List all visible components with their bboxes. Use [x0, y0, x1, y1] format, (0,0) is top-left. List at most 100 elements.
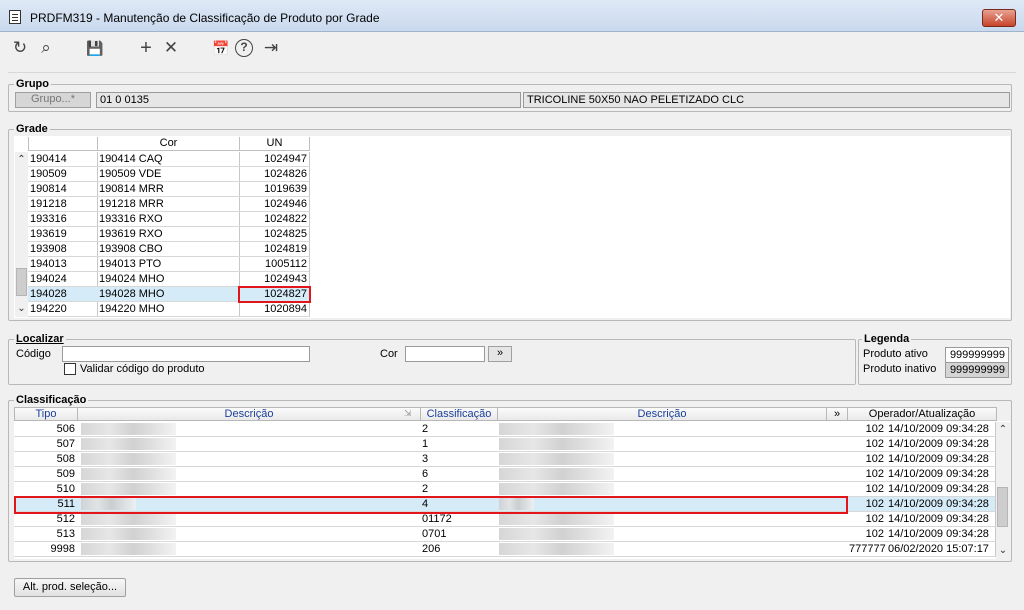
- grade-cell-un[interactable]: 1024819: [239, 242, 310, 257]
- class-cell-classificacao[interactable]: 2: [420, 422, 498, 437]
- class-cell-descricao-1[interactable]: [77, 437, 421, 452]
- grade-cell-cor[interactable]: 194220 MHO: [97, 302, 240, 317]
- grade-cell-un[interactable]: 1024943: [239, 272, 310, 287]
- class-cell-data[interactable]: 14/10/2009 09:34:28: [886, 437, 996, 452]
- class-cell-tipo[interactable]: 509: [14, 467, 78, 482]
- delete-icon[interactable]: ✕: [160, 37, 182, 59]
- grade-cell-un[interactable]: 1024826: [239, 167, 310, 182]
- class-cell-tipo[interactable]: 508: [14, 452, 78, 467]
- class-cell-operador[interactable]: 102: [847, 437, 887, 452]
- sort-icon[interactable]: ⇲: [404, 408, 412, 419]
- grupo-code-field[interactable]: 01 0 0135: [96, 92, 521, 108]
- alt-prod-selecao-button[interactable]: Alt. prod. seleção...: [14, 578, 126, 597]
- add-icon[interactable]: +: [135, 37, 157, 59]
- grade-cell-cor[interactable]: 193619 RXO: [97, 227, 240, 242]
- calendar-icon[interactable]: 📅: [210, 37, 232, 59]
- grade-cell-un[interactable]: 1005112: [239, 257, 310, 272]
- grade-cell-code[interactable]: 194024: [28, 272, 98, 287]
- class-cell-tipo[interactable]: 510: [14, 482, 78, 497]
- class-cell-descricao-1[interactable]: [77, 452, 421, 467]
- grade-cell-cor[interactable]: 194028 MHO: [97, 287, 240, 302]
- header-descricao-1[interactable]: Descrição: [77, 407, 421, 421]
- grade-header-cor[interactable]: Cor: [97, 137, 240, 151]
- class-cell-descricao-2[interactable]: [497, 452, 848, 467]
- grade-scroll-down-icon[interactable]: ⌄: [15, 303, 28, 314]
- class-cell-data[interactable]: 14/10/2009 09:34:28: [886, 452, 996, 467]
- class-cell-descricao-2[interactable]: [497, 542, 848, 557]
- class-cell-operador[interactable]: 102: [847, 422, 887, 437]
- codigo-input[interactable]: [62, 346, 310, 362]
- grade-cell-un[interactable]: 1024947: [239, 152, 310, 167]
- grade-cell-cor[interactable]: 190414 CAQ: [97, 152, 240, 167]
- class-cell-descricao-2[interactable]: [497, 482, 848, 497]
- class-cell-descricao-2[interactable]: [497, 467, 848, 482]
- class-cell-descricao-1[interactable]: [77, 542, 421, 557]
- class-cell-descricao-2[interactable]: [497, 437, 848, 452]
- class-cell-descricao-2[interactable]: [497, 422, 848, 437]
- class-cell-descricao-1[interactable]: [77, 527, 421, 542]
- grade-cell-code[interactable]: 190814: [28, 182, 98, 197]
- header-tipo[interactable]: Tipo: [14, 407, 78, 421]
- class-cell-operador[interactable]: 102: [847, 527, 887, 542]
- class-cell-operador[interactable]: 102: [847, 467, 887, 482]
- grade-cell-code[interactable]: 193316: [28, 212, 98, 227]
- save-icon[interactable]: 💾: [84, 37, 106, 59]
- class-scroll-down-icon[interactable]: ⌄: [996, 545, 1010, 556]
- exit-icon[interactable]: ⇥: [260, 37, 282, 59]
- class-cell-data[interactable]: 14/10/2009 09:34:28: [886, 482, 996, 497]
- grade-cell-code[interactable]: 191218: [28, 197, 98, 212]
- class-scroll-thumb[interactable]: [997, 487, 1008, 527]
- refresh-icon[interactable]: ↻: [9, 37, 31, 59]
- grade-scroll-thumb[interactable]: [16, 268, 27, 296]
- grade-cell-un[interactable]: 1024825: [239, 227, 310, 242]
- help-icon[interactable]: ?: [235, 39, 253, 57]
- grupo-button[interactable]: Grupo...*: [15, 92, 91, 108]
- header-operador[interactable]: Operador/Atualização: [847, 407, 997, 421]
- close-button[interactable]: ✕: [982, 9, 1016, 27]
- grade-cell-code[interactable]: 193619: [28, 227, 98, 242]
- class-cell-descricao-2[interactable]: [497, 512, 848, 527]
- grade-cell-cor[interactable]: 193908 CBO: [97, 242, 240, 257]
- class-cell-operador[interactable]: 777777: [847, 542, 887, 557]
- grade-cell-cor[interactable]: 190509 VDE: [97, 167, 240, 182]
- class-cell-descricao-1[interactable]: [77, 512, 421, 527]
- grade-cell-code[interactable]: 193908: [28, 242, 98, 257]
- class-cell-tipo[interactable]: 507: [14, 437, 78, 452]
- grade-cell-code[interactable]: 194013: [28, 257, 98, 272]
- search-icon[interactable]: ⌕: [35, 37, 57, 59]
- grade-cell-code[interactable]: 190509: [28, 167, 98, 182]
- cor-input[interactable]: [405, 346, 485, 362]
- class-cell-tipo[interactable]: 506: [14, 422, 78, 437]
- class-cell-operador[interactable]: 102: [847, 482, 887, 497]
- grade-cell-cor[interactable]: 190814 MRR: [97, 182, 240, 197]
- class-cell-descricao-1[interactable]: [77, 422, 421, 437]
- class-cell-data[interactable]: 06/02/2020 15:07:17: [886, 542, 996, 557]
- class-cell-descricao-1[interactable]: [77, 482, 421, 497]
- grade-cell-un[interactable]: 1024822: [239, 212, 310, 227]
- grade-cell-un[interactable]: 1024946: [239, 197, 310, 212]
- localizar-go-button[interactable]: »: [488, 346, 512, 362]
- class-cell-tipo[interactable]: 9998: [14, 542, 78, 557]
- class-cell-operador[interactable]: 102: [847, 452, 887, 467]
- grade-cell-cor[interactable]: 194013 PTO: [97, 257, 240, 272]
- class-cell-classificacao[interactable]: 0701: [420, 527, 498, 542]
- grade-cell-un[interactable]: 1020894: [239, 302, 310, 317]
- grade-cell-un[interactable]: 1019639: [239, 182, 310, 197]
- class-cell-classificacao[interactable]: 3: [420, 452, 498, 467]
- class-cell-classificacao[interactable]: 6: [420, 467, 498, 482]
- class-cell-classificacao[interactable]: 206: [420, 542, 498, 557]
- header-classificacao[interactable]: Classificação: [420, 407, 498, 421]
- grade-cell-cor[interactable]: 193316 RXO: [97, 212, 240, 227]
- grade-header-un[interactable]: UN: [239, 137, 310, 151]
- class-scroll-up-icon[interactable]: ⌃: [996, 424, 1010, 435]
- class-cell-data[interactable]: 14/10/2009 09:34:28: [886, 467, 996, 482]
- class-cell-operador[interactable]: 102: [847, 497, 887, 512]
- grade-cell-code[interactable]: 194028: [28, 287, 98, 302]
- class-cell-descricao-2[interactable]: [497, 527, 848, 542]
- grade-scroll-up-icon[interactable]: ⌃: [15, 154, 28, 165]
- class-cell-classificacao[interactable]: 2: [420, 482, 498, 497]
- grade-cell-cor[interactable]: 194024 MHO: [97, 272, 240, 287]
- class-cell-tipo[interactable]: 513: [14, 527, 78, 542]
- class-cell-tipo[interactable]: 512: [14, 512, 78, 527]
- class-cell-classificacao[interactable]: 1: [420, 437, 498, 452]
